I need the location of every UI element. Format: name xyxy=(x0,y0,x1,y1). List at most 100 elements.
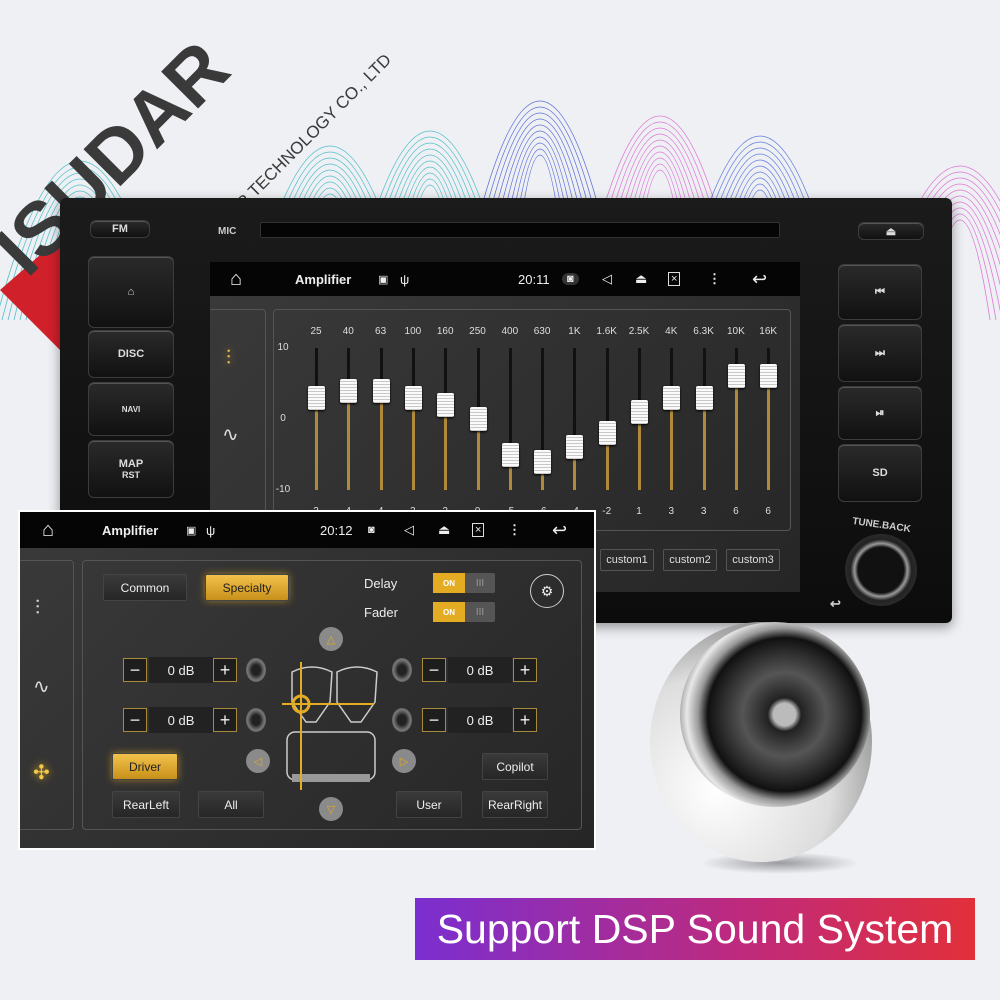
tweeter-speaker-image xyxy=(640,612,885,882)
eq-band-label: 16K xyxy=(759,326,778,337)
sd-button[interactable]: SD xyxy=(838,444,922,502)
eq-band-label: 6.3K xyxy=(693,326,714,337)
eq-slider-knob[interactable] xyxy=(501,442,519,467)
eq-slider-knob[interactable] xyxy=(727,364,745,389)
eq-slider-knob[interactable] xyxy=(695,385,713,410)
skip-back-button[interactable]: ⏮ xyxy=(838,264,922,320)
preset-custom2-button[interactable]: custom2 xyxy=(663,549,717,571)
volume-icon[interactable]: ◁ xyxy=(404,522,414,538)
screenshot-icon[interactable]: ◙ xyxy=(368,524,375,536)
waveform-icon[interactable]: ∿ xyxy=(222,422,239,447)
arrow-down-button[interactable]: ▽ xyxy=(319,797,343,821)
clock: 20:12 xyxy=(320,522,353,538)
equalizer-icon[interactable]: ⫶ xyxy=(226,347,231,370)
eq-slider-knob[interactable] xyxy=(598,421,616,446)
eq-slider-fill xyxy=(315,397,318,490)
common-tab[interactable]: Common xyxy=(103,574,187,601)
eq-slider-knob[interactable] xyxy=(631,399,648,424)
arrow-left-button[interactable]: ◁ xyxy=(246,749,270,773)
home-icon[interactable]: ⌂ xyxy=(42,519,54,542)
rear-right-level: 0 dB xyxy=(448,707,512,733)
eject-icon[interactable]: ⏏ xyxy=(438,522,450,538)
eq-slider-knob[interactable] xyxy=(372,378,390,403)
back-icon[interactable]: ↩ xyxy=(752,269,767,290)
eq-slider-fill xyxy=(379,390,383,490)
eq-slider-knob[interactable] xyxy=(760,364,778,389)
eq-slider-knob[interactable] xyxy=(469,407,487,431)
equalizer-icon[interactable]: ⫶ xyxy=(35,597,40,620)
play-pause-button[interactable]: ⏯ xyxy=(838,386,922,440)
more-icon[interactable]: ⋮ xyxy=(708,271,721,287)
eq-slider-knob[interactable] xyxy=(534,449,552,474)
front-right-plus[interactable]: + xyxy=(513,658,537,682)
rear-left-minus[interactable]: − xyxy=(123,708,147,732)
navi-button[interactable]: NAVI xyxy=(88,382,174,436)
eq-slider-knob[interactable] xyxy=(308,385,325,410)
all-button[interactable]: All xyxy=(198,791,264,818)
tune-knob[interactable] xyxy=(845,534,917,606)
eq-slider-knob[interactable] xyxy=(404,385,422,410)
eq-band-label: 100 xyxy=(404,326,422,337)
delay-toggle[interactable]: ON III xyxy=(433,573,495,593)
eq-band-label: 1.6K xyxy=(596,326,617,337)
sound-field-icon[interactable]: ✣ xyxy=(33,760,50,785)
speaker-icon xyxy=(392,658,412,682)
speaker-icon xyxy=(246,658,266,682)
eq-band-label: 10K xyxy=(726,326,745,337)
close-app-icon[interactable]: × xyxy=(668,272,681,286)
driver-button[interactable]: Driver xyxy=(112,753,178,780)
disc-button[interactable]: DISC xyxy=(88,330,174,378)
car-settings-icon[interactable]: ⚙ xyxy=(530,574,564,608)
eq-band-label: 630 xyxy=(533,326,551,337)
car-seat-diagram xyxy=(282,662,378,790)
eq-band-value: 1 xyxy=(636,506,642,517)
front-left-plus[interactable]: + xyxy=(213,658,237,682)
sound-field-screen: ⌂ Amplifier ▣ ψ 20:12 ◙ ◁ ⏏ × ⋮ ↩ ⫶ ∿ ✣ … xyxy=(18,510,596,850)
eq-slider-knob[interactable] xyxy=(566,435,584,460)
image-icon: ▣ xyxy=(186,524,197,537)
user-button[interactable]: User xyxy=(396,791,462,818)
skip-forward-button[interactable]: ⏭ xyxy=(838,324,922,382)
preset-custom1-button[interactable]: custom1 xyxy=(600,549,654,571)
rearright-button[interactable]: RearRight xyxy=(482,791,548,818)
volume-icon[interactable]: ◁ xyxy=(602,271,612,287)
eq-scale-label: 0 xyxy=(280,413,286,424)
eq-slider-fill xyxy=(411,397,415,490)
map-rst-button[interactable]: MAP RST xyxy=(88,440,174,498)
fm-button[interactable]: FM xyxy=(90,220,150,238)
delay-label: Delay xyxy=(364,576,398,591)
front-left-minus[interactable]: − xyxy=(123,658,147,682)
rear-left-plus[interactable]: + xyxy=(213,708,237,732)
home-icon[interactable]: ⌂ xyxy=(230,268,242,291)
copilot-button[interactable]: Copilot xyxy=(482,753,548,780)
rear-right-minus[interactable]: − xyxy=(422,708,446,732)
eq-scale-label: -10 xyxy=(275,484,291,495)
eq-slider-fill xyxy=(734,376,738,490)
back-icon[interactable]: ↩ xyxy=(552,520,567,541)
eq-slider-knob[interactable] xyxy=(340,378,358,403)
eq-slider-knob[interactable] xyxy=(663,385,681,410)
eq-panel: 100-10253404634100316022500400-5630-61K-… xyxy=(273,309,791,531)
tune-back-label: TUNE.BACK xyxy=(851,515,912,536)
waveform-icon[interactable]: ∿ xyxy=(33,674,50,699)
fader-toggle[interactable]: ON III xyxy=(433,602,495,622)
usb-icon: ψ xyxy=(400,271,410,287)
screenshot-icon[interactable]: ◙ xyxy=(562,273,579,285)
eject-button[interactable]: ⏏ xyxy=(858,222,924,240)
rear-right-plus[interactable]: + xyxy=(513,708,537,732)
arrow-right-button[interactable]: ▷ xyxy=(392,749,416,773)
eq-band-value: 3 xyxy=(668,506,675,517)
front-right-minus[interactable]: − xyxy=(422,658,446,682)
home-button[interactable]: ⌂ xyxy=(88,256,174,328)
eject-icon[interactable]: ⏏ xyxy=(635,271,647,287)
arrow-up-button[interactable]: △ xyxy=(319,627,343,651)
close-app-icon[interactable]: × xyxy=(472,523,485,537)
disc-slot xyxy=(260,222,780,238)
eq-slider-knob[interactable] xyxy=(437,392,455,417)
more-icon[interactable]: ⋮ xyxy=(508,522,521,538)
specialty-tab[interactable]: Specialty xyxy=(205,574,289,601)
rearleft-button[interactable]: RearLeft xyxy=(112,791,180,818)
eq-band-label: 160 xyxy=(436,326,454,337)
preset-custom3-button[interactable]: custom3 xyxy=(726,549,780,571)
usb-icon: ψ xyxy=(206,522,216,538)
